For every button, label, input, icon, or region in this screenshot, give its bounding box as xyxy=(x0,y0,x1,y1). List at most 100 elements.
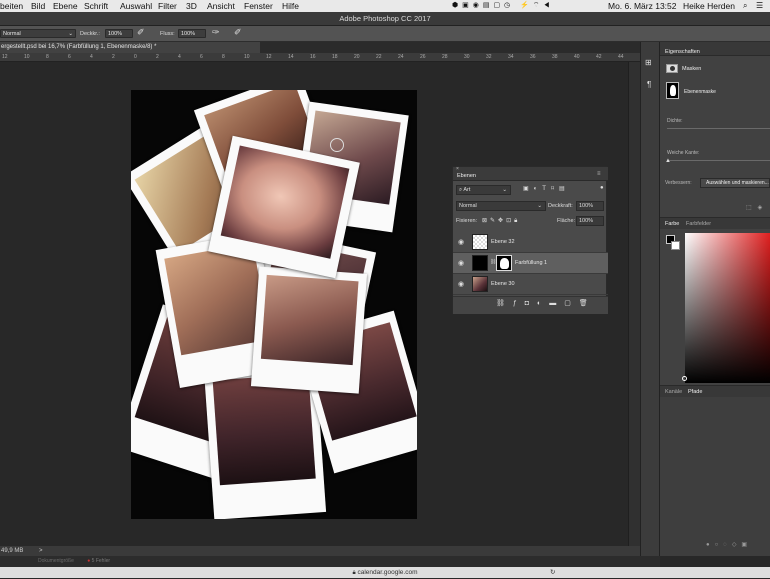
chevron-down-icon: ⌄ xyxy=(68,31,73,37)
menubar-datetime[interactable]: Mo. 6. März 13:52 xyxy=(608,0,677,12)
ruler-tick-label: 8 xyxy=(222,54,225,60)
ruler-tick-label: 16 xyxy=(310,54,316,60)
error-dot-icon: ● xyxy=(87,558,91,564)
layers-panel: × Ebenen ≡ ⌕ Art ⌄ ▣◐T⌑▤ ● Normal ⌄ Deck… xyxy=(452,166,608,314)
status-arrow[interactable]: > xyxy=(39,548,43,554)
reload-icon[interactable]: ↻ xyxy=(550,567,555,578)
ruler-tick-label: 34 xyxy=(508,54,514,60)
window-titlebar: Adobe Photoshop CC 2017 xyxy=(0,12,770,26)
mask-action-icons[interactable]: ⬚◈ xyxy=(746,204,768,211)
layers-panel-title[interactable]: Ebenen xyxy=(457,173,476,179)
paths-tab[interactable]: Pfade xyxy=(688,389,702,395)
paths-panel-content[interactable] xyxy=(660,397,770,556)
document-canvas[interactable] xyxy=(131,90,417,519)
close-icon[interactable]: × xyxy=(456,166,459,172)
layer-name: Ebene 30 xyxy=(491,281,515,287)
airbrush-icon[interactable]: ✑ xyxy=(212,27,220,38)
ruler-tick-label: 10 xyxy=(24,54,30,60)
menu-schrift[interactable]: Schrift xyxy=(84,0,108,12)
density-slider[interactable] xyxy=(667,128,770,129)
ruler-tick-label: 10 xyxy=(244,54,250,60)
menu-ansicht[interactable]: Ansicht xyxy=(207,0,235,12)
background-color-swatch[interactable] xyxy=(671,241,680,250)
menubar-user[interactable]: Heike Herden xyxy=(683,0,735,12)
layer-opacity-input[interactable]: 100% xyxy=(576,201,604,211)
paragraph-icon[interactable]: ¶ xyxy=(647,80,651,89)
color-tab[interactable]: Farbe xyxy=(665,221,679,227)
chevron-down-icon: ⌄ xyxy=(502,187,507,193)
eye-icon[interactable]: ◉ xyxy=(458,280,467,289)
blend-mode-value: Normal xyxy=(459,203,477,209)
ruler-tick-label: 42 xyxy=(596,54,602,60)
ruler-tick-label: 22 xyxy=(376,54,382,60)
menu-3d[interactable]: 3D xyxy=(186,0,197,12)
menu-bild[interactable]: Bild xyxy=(31,0,45,12)
status-bar: 49,9 MB > xyxy=(0,546,640,556)
filter-kind-dropdown[interactable]: ⌕ Art ⌄ xyxy=(456,185,511,195)
menu-bearbeiten[interactable]: beiten xyxy=(0,0,23,12)
ruler-tick-label: 20 xyxy=(354,54,360,60)
status-icons[interactable]: ⬢▣◉▤▢◷ ⚡⌔◀ xyxy=(452,0,554,12)
properties-tab[interactable]: Eigenschaften xyxy=(665,49,700,55)
layer-opacity-value: 100% xyxy=(579,203,594,209)
layer-row-selected[interactable]: ◉ ⛓ Farbfüllung 1 xyxy=(453,253,608,274)
ruler-tick-label: 14 xyxy=(288,54,294,60)
document-tab[interactable]: ergestellt.psd bei 16,7% (Farbfüllung 1,… xyxy=(0,42,260,53)
window-title: Adobe Photoshop CC 2017 xyxy=(339,14,431,23)
color-panel-header: Farbe Farbfelder xyxy=(660,217,770,229)
ruler-tick-label: 2 xyxy=(156,54,159,60)
horizontal-ruler[interactable]: 12 10 8 6 4 2 0 2 4 6 8 10 12 14 16 18 20 22 24 26 28 30 32 34 3… xyxy=(0,53,640,62)
layer-name: Farbfüllung 1 xyxy=(515,260,548,266)
layer-mask-label: Ebenenmaske xyxy=(684,89,716,95)
ruler-tick-label: 6 xyxy=(68,54,71,60)
options-bar: Normal ⌄ Deckkr.: 100% ✐ Fluss: 100% ✑ ✐ xyxy=(0,26,770,42)
spotlight-icon[interactable]: ⌕ xyxy=(743,0,747,12)
url-text[interactable]: calendar.google.com xyxy=(358,569,418,576)
eye-icon[interactable]: ◉ xyxy=(458,238,467,247)
opacity-label: Deckkraft: xyxy=(548,203,573,209)
layer-actions-icons[interactable]: ⛓ƒ◘◐▬▢🗑︎ xyxy=(496,299,596,307)
ruler-tick-label: 40 xyxy=(574,54,580,60)
mode-dropdown[interactable]: Normal ⌄ xyxy=(0,29,76,38)
menu-filter[interactable]: Filter xyxy=(158,0,177,12)
layer-thumbnail xyxy=(472,255,488,271)
notification-center-icon[interactable]: ☰ xyxy=(756,0,763,12)
flow-input[interactable]: 100% xyxy=(178,29,206,38)
menu-ebene[interactable]: Ebene xyxy=(53,0,78,12)
document-tab-title: ergestellt.psd bei 16,7% (Farbfüllung 1,… xyxy=(1,44,157,50)
pressure-size-icon[interactable]: ✐ xyxy=(234,27,242,38)
feather-slider[interactable] xyxy=(667,160,770,161)
menu-auswahl[interactable]: Auswahl xyxy=(120,0,152,12)
ruler-tick-label: 4 xyxy=(90,54,93,60)
swatches-tab[interactable]: Farbfelder xyxy=(686,221,711,227)
pressure-opacity-icon[interactable]: ✐ xyxy=(137,27,145,38)
browser-url-bar[interactable]: 🔒︎ calendar.google.com ↻ xyxy=(0,567,770,578)
ruler-tick-label: 36 xyxy=(530,54,536,60)
mac-menubar: beiten Bild Ebene Schrift Auswahl Filter… xyxy=(0,0,770,12)
layer-mask-preview[interactable] xyxy=(666,82,679,99)
filter-icons[interactable]: ▣◐T⌑▤ xyxy=(523,185,570,192)
blend-mode-dropdown[interactable]: Normal ⌄ xyxy=(456,201,546,211)
channels-tab[interactable]: Kanäle xyxy=(665,389,682,395)
ruler-tick-label: 18 xyxy=(332,54,338,60)
color-picker-field[interactable] xyxy=(685,233,770,383)
fill-input[interactable]: 100% xyxy=(576,216,604,226)
panel-menu-icon[interactable]: ≡ xyxy=(597,171,601,177)
paths-action-icons[interactable]: ●○◌◇▣ xyxy=(706,541,752,548)
feather-slider-handle[interactable]: ▲ xyxy=(665,158,671,164)
layer-row[interactable]: ◉ Ebene 32 xyxy=(453,232,608,253)
properties-icon[interactable]: ⊞ xyxy=(645,58,652,67)
doc-size[interactable]: 49,9 MB xyxy=(1,548,23,554)
layer-mask-thumbnail[interactable] xyxy=(496,255,512,271)
vertical-scrollbar[interactable] xyxy=(628,62,640,546)
menu-hilfe[interactable]: Hilfe xyxy=(282,0,299,12)
eye-icon[interactable]: ◉ xyxy=(458,259,467,268)
opacity-input[interactable]: 100% xyxy=(105,29,133,38)
color-picker-cursor[interactable] xyxy=(682,376,687,381)
menu-fenster[interactable]: Fenster xyxy=(244,0,273,12)
layer-row[interactable]: ◉ Ebene 30 xyxy=(453,274,608,295)
filter-toggle-icon[interactable]: ● xyxy=(600,185,604,191)
select-and-mask-button[interactable]: Auswählen und maskieren... xyxy=(700,178,770,188)
lock-icons[interactable]: ⊠✎✥⊡🔒︎ xyxy=(482,217,520,225)
properties-header: Eigenschaften xyxy=(660,42,770,56)
